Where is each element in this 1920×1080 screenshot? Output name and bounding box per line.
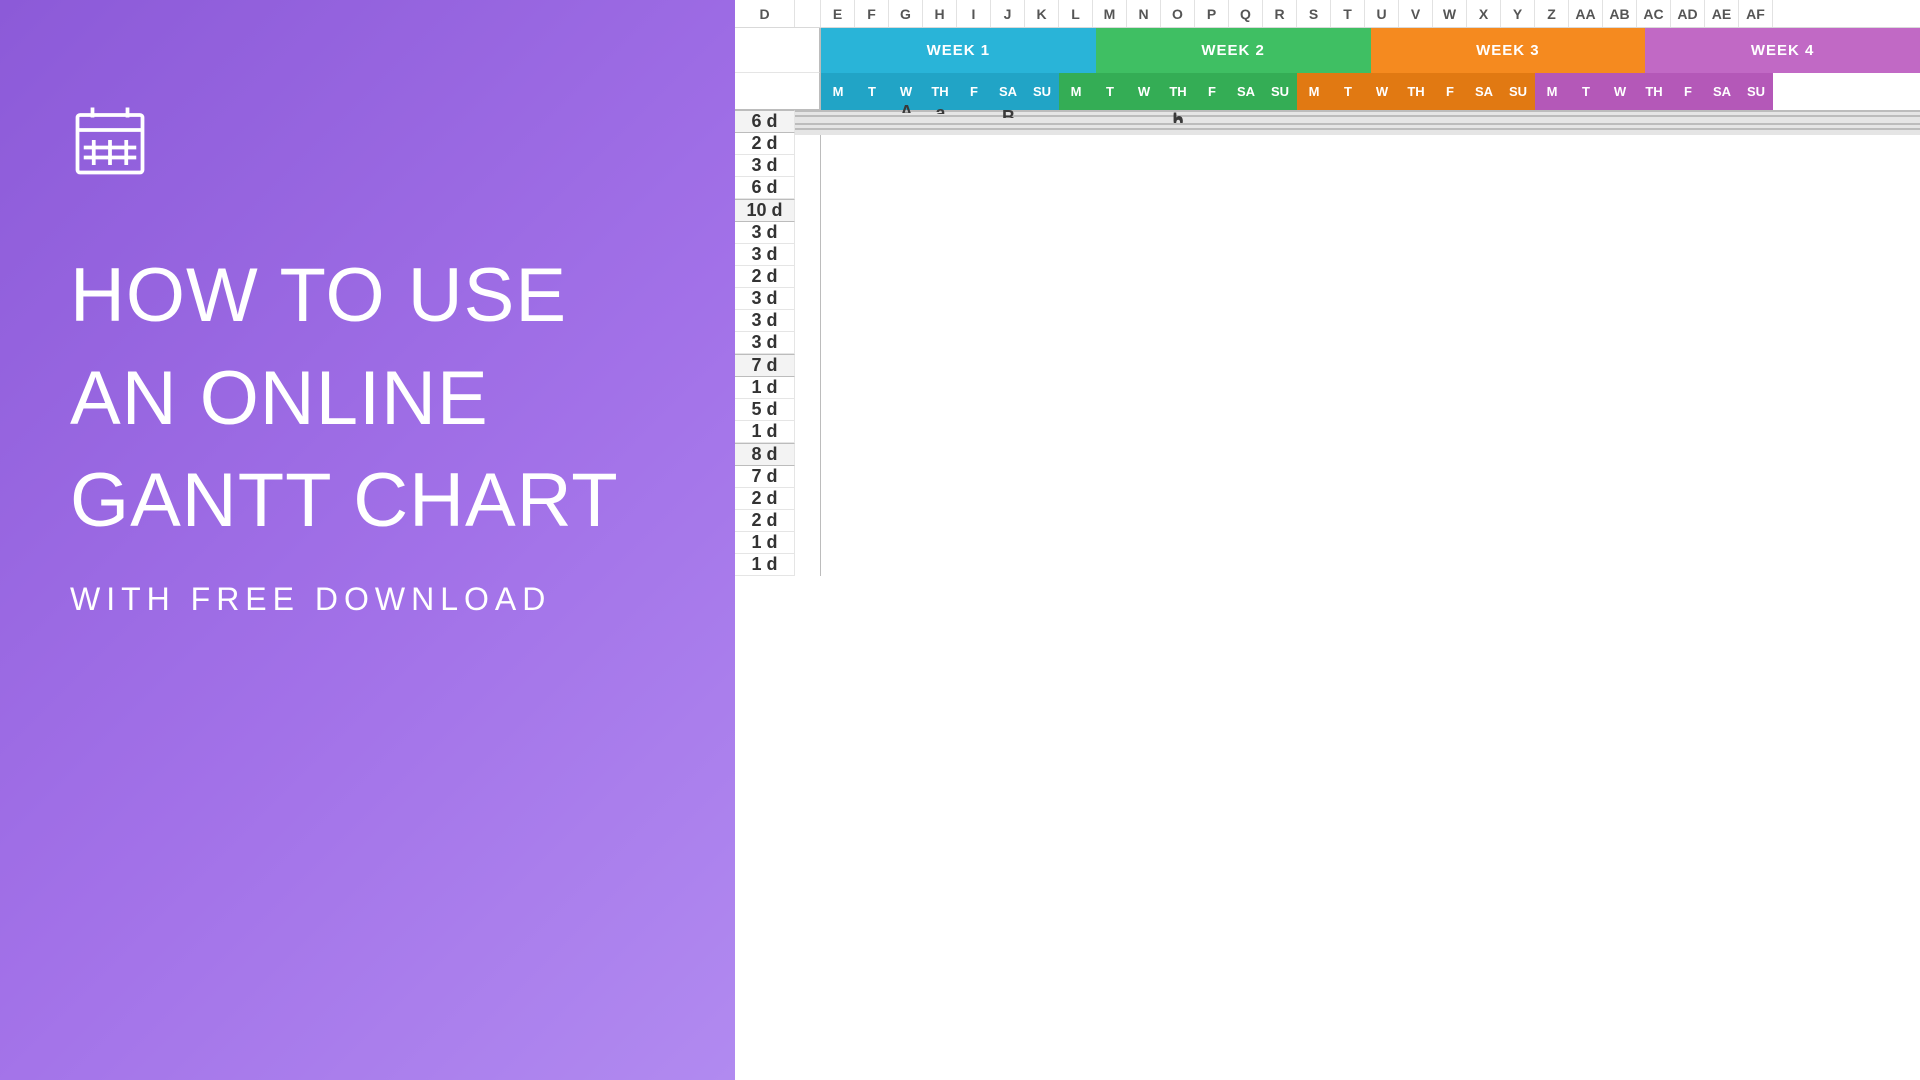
column-letter: W xyxy=(1433,0,1467,27)
column-letter: Q xyxy=(1229,0,1263,27)
column-letter: G xyxy=(889,0,923,27)
day-header: F xyxy=(957,73,991,110)
task-duration: 1 d xyxy=(735,377,795,399)
day-header: W xyxy=(1127,73,1161,110)
day-header: T xyxy=(1093,73,1127,110)
column-letter: AA xyxy=(1569,0,1603,27)
phase-duration: 8 d xyxy=(735,443,795,466)
column-letter xyxy=(795,0,821,27)
day-header: T xyxy=(1569,73,1603,110)
week-header: WEEK 3 xyxy=(1371,28,1646,73)
task-duration: 3 d xyxy=(735,222,795,244)
day-header: M xyxy=(1297,73,1331,110)
day-header: TH xyxy=(1637,73,1671,110)
hero-title: HOW TO USE AN ONLINE GANTT CHART xyxy=(70,245,665,553)
day-header: T xyxy=(855,73,889,110)
gantt-area: WEEK 1WEEK 2WEEK 3WEEK 4 MTWTHFSASUMTWTH… xyxy=(821,28,1920,576)
task-duration: 1 d xyxy=(735,554,795,576)
task-duration: 3 d xyxy=(735,310,795,332)
column-letter: V xyxy=(1399,0,1433,27)
column-letter: X xyxy=(1467,0,1501,27)
day-header: M xyxy=(1059,73,1093,110)
calendar-icon xyxy=(70,100,665,180)
day-header: SU xyxy=(1263,73,1297,110)
task-duration: 1 d xyxy=(735,421,795,443)
column-letter: M xyxy=(1093,0,1127,27)
day-header: SA xyxy=(1467,73,1501,110)
phase-duration: 6 d xyxy=(735,110,795,133)
column-letter: AE xyxy=(1705,0,1739,27)
day-header: SU xyxy=(1025,73,1059,110)
gantt-task-row xyxy=(821,134,1920,135)
column-letter: I xyxy=(957,0,991,27)
hero-subtitle: WITH FREE DOWNLOAD xyxy=(70,581,665,618)
column-letter: Z xyxy=(1535,0,1569,27)
day-header: TH xyxy=(1161,73,1195,110)
task-duration: 2 d xyxy=(735,510,795,532)
day-header: T xyxy=(1331,73,1365,110)
column-letter: O xyxy=(1161,0,1195,27)
column-letter: L xyxy=(1059,0,1093,27)
day-header: M xyxy=(1535,73,1569,110)
column-letter: U xyxy=(1365,0,1399,27)
column-letter: H xyxy=(923,0,957,27)
task-duration: 2 d xyxy=(735,266,795,288)
column-letter: D xyxy=(735,0,795,27)
day-header: TH xyxy=(1399,73,1433,110)
week-header: WEEK 1 xyxy=(821,28,1096,73)
day-header: W xyxy=(1603,73,1637,110)
task-duration: 1 d xyxy=(735,532,795,554)
task-duration: 7 d xyxy=(735,466,795,488)
spacer-cell xyxy=(795,134,821,135)
column-letter: E xyxy=(821,0,855,27)
duration-column: 6 d2 d3 d6 d10 d3 d3 d2 d3 d3 d3 d7 d1 d… xyxy=(735,28,795,576)
day-header: SA xyxy=(1705,73,1739,110)
week-header-row: WEEK 1WEEK 2WEEK 3WEEK 4 xyxy=(821,28,1920,73)
phase-duration: 10 d xyxy=(735,199,795,222)
task-duration: 2 d xyxy=(735,133,795,155)
column-letter: AC xyxy=(1637,0,1671,27)
day-header: M xyxy=(821,73,855,110)
day-header: W xyxy=(1365,73,1399,110)
day-header-row: MTWTHFSASUMTWTHFSASUMTWTHFSASUMTWTHFSASU xyxy=(821,73,1920,110)
day-header: SA xyxy=(1229,73,1263,110)
task-duration: 6 d xyxy=(735,177,795,199)
task-duration: 2 d xyxy=(735,488,795,510)
day-header: SU xyxy=(1501,73,1535,110)
column-letter: Y xyxy=(1501,0,1535,27)
column-letter: F xyxy=(855,0,889,27)
column-letter: N xyxy=(1127,0,1161,27)
task-duration: 5 d xyxy=(735,399,795,421)
spreadsheet-gantt: DEFGHIJKLMNOPQRSTUVWXYZAAABACADAEAF 6 d2… xyxy=(735,0,1920,1080)
column-letter-row: DEFGHIJKLMNOPQRSTUVWXYZAAABACADAEAF xyxy=(735,0,1920,28)
hero-panel: HOW TO USE AN ONLINE GANTT CHART WITH FR… xyxy=(0,0,735,1080)
day-header: F xyxy=(1195,73,1229,110)
task-duration: 3 d xyxy=(735,332,795,354)
column-letter: AD xyxy=(1671,0,1705,27)
day-header: SU xyxy=(1739,73,1773,110)
week-header: WEEK 2 xyxy=(1096,28,1371,73)
column-letter: P xyxy=(1195,0,1229,27)
spacer-column xyxy=(795,28,821,576)
phase-duration: 7 d xyxy=(735,354,795,377)
column-letter: AB xyxy=(1603,0,1637,27)
day-header: SA xyxy=(991,73,1025,110)
column-letter: J xyxy=(991,0,1025,27)
task-duration: 3 d xyxy=(735,155,795,177)
day-header: F xyxy=(1433,73,1467,110)
column-letter: AF xyxy=(1739,0,1773,27)
task-duration: 3 d xyxy=(735,288,795,310)
column-letter: K xyxy=(1025,0,1059,27)
task-duration: 3 d xyxy=(735,244,795,266)
week-header: WEEK 4 xyxy=(1645,28,1920,73)
day-header: F xyxy=(1671,73,1705,110)
column-letter: T xyxy=(1331,0,1365,27)
column-letter: R xyxy=(1263,0,1297,27)
column-letter: S xyxy=(1297,0,1331,27)
